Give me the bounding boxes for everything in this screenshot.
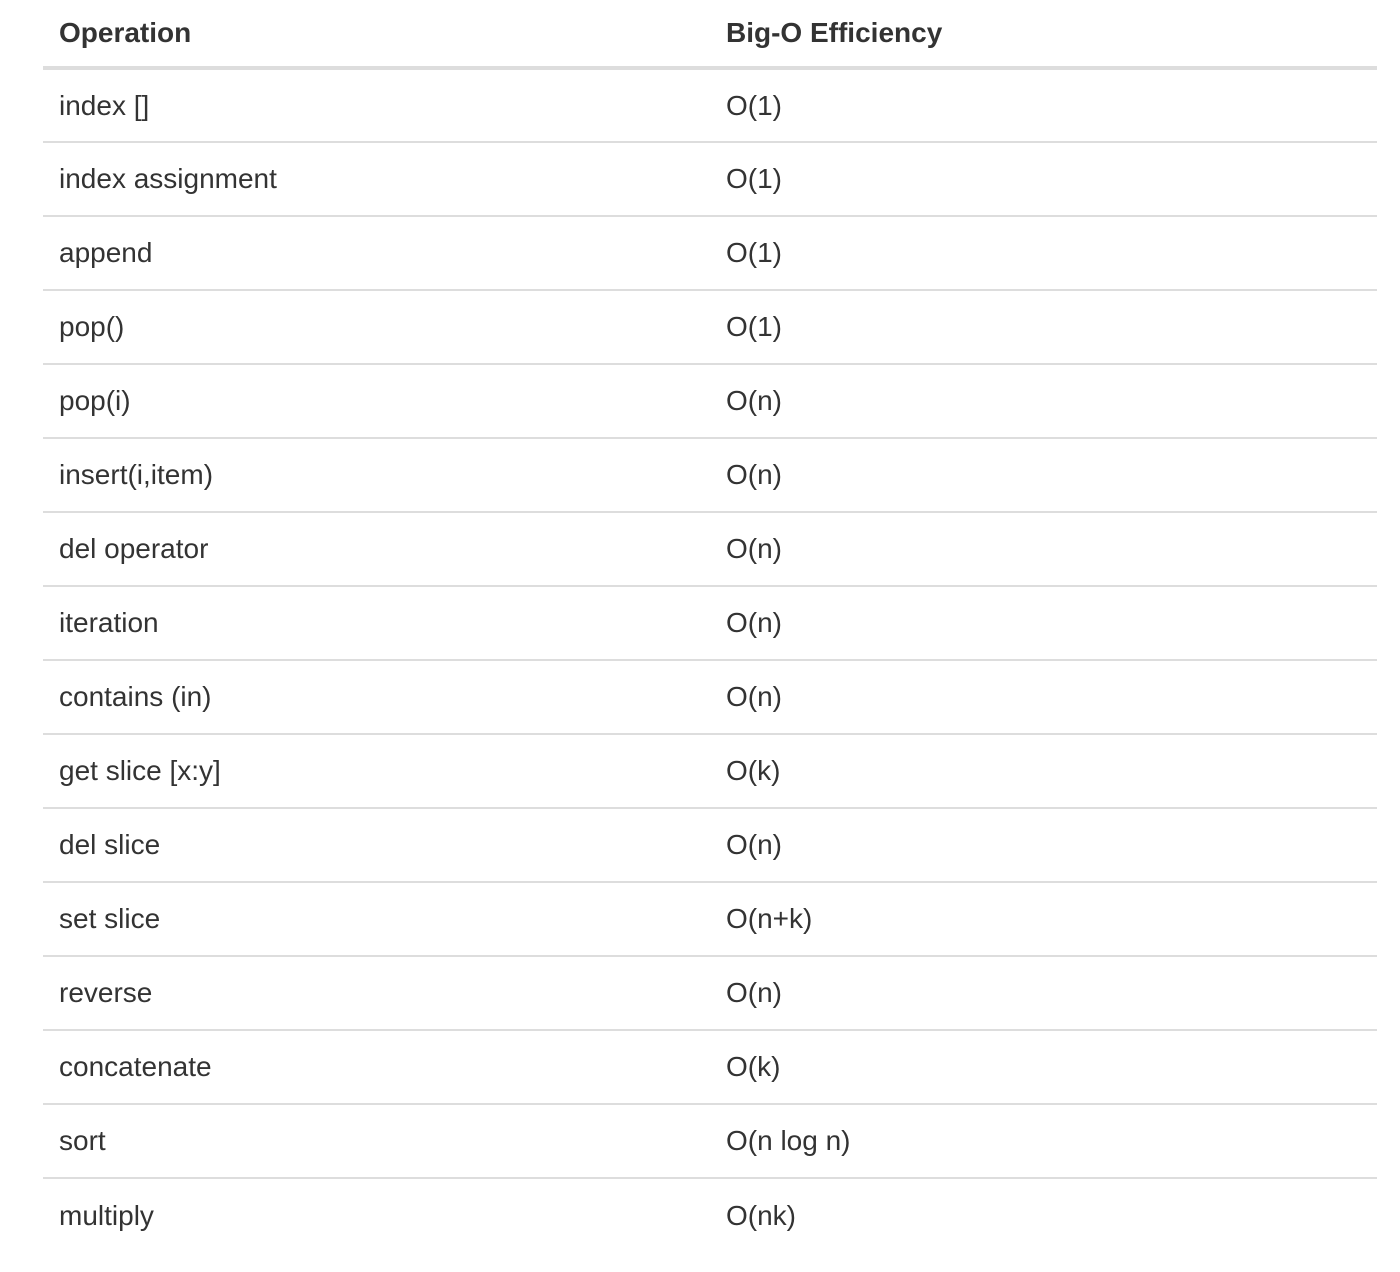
table-row: index assignment O(1) <box>43 142 1377 217</box>
operation-cell: sort <box>43 1104 710 1179</box>
operation-cell: index assignment <box>43 142 710 217</box>
efficiency-cell: O(n) <box>710 364 1377 439</box>
table-row: pop(i) O(n) <box>43 364 1377 439</box>
table-row: set slice O(n+k) <box>43 882 1377 957</box>
operation-cell: reverse <box>43 956 710 1031</box>
efficiency-cell: O(n) <box>710 660 1377 735</box>
table-body: index [] O(1) index assignment O(1) appe… <box>43 68 1377 1252</box>
efficiency-cell: O(1) <box>710 216 1377 291</box>
table-row: reverse O(n) <box>43 956 1377 1031</box>
operation-cell: iteration <box>43 586 710 661</box>
table-row: get slice [x:y] O(k) <box>43 734 1377 809</box>
operation-cell: multiply <box>59 1199 154 1231</box>
table-row: insert(i,item) O(n) <box>43 438 1377 513</box>
complexity-table-container: Operation Big-O Efficiency index [] O(1)… <box>43 0 1377 1252</box>
efficiency-cell: O(nk) <box>726 1199 796 1231</box>
efficiency-cell: O(n) <box>710 956 1377 1031</box>
efficiency-cell: O(n log n) <box>710 1104 1377 1179</box>
operation-cell: pop(i) <box>43 364 710 439</box>
table-row: concatenate O(k) <box>43 1030 1377 1105</box>
table-row: contains (in) O(n) <box>43 660 1377 735</box>
efficiency-cell: O(n) <box>710 438 1377 513</box>
efficiency-cell: O(1) <box>710 142 1377 217</box>
efficiency-cell: O(1) <box>710 68 1377 143</box>
efficiency-cell: O(n) <box>710 512 1377 587</box>
operation-cell: del operator <box>43 512 710 587</box>
operation-cell: set slice <box>43 882 710 957</box>
header-big-o-efficiency: Big-O Efficiency <box>710 0 1377 70</box>
efficiency-cell: O(k) <box>710 1030 1377 1105</box>
table-row: multiply O(nk) <box>43 1178 1377 1252</box>
operation-cell: index [] <box>43 68 710 143</box>
efficiency-cell: O(k) <box>710 734 1377 809</box>
operation-cell: pop() <box>43 290 710 365</box>
operation-cell: contains (in) <box>43 660 710 735</box>
operation-cell: get slice [x:y] <box>43 734 710 809</box>
operation-cell: concatenate <box>43 1030 710 1105</box>
complexity-table: Operation Big-O Efficiency index [] O(1)… <box>43 0 1377 1252</box>
efficiency-cell: O(n) <box>710 586 1377 661</box>
efficiency-cell: O(1) <box>710 290 1377 365</box>
operation-cell: append <box>43 216 710 291</box>
table-row: del operator O(n) <box>43 512 1377 587</box>
efficiency-cell: O(n) <box>710 808 1377 883</box>
header-operation: Operation <box>43 0 710 70</box>
operation-cell: insert(i,item) <box>43 438 710 513</box>
table-row: append O(1) <box>43 216 1377 291</box>
table-row: pop() O(1) <box>43 290 1377 365</box>
table-row: iteration O(n) <box>43 586 1377 661</box>
efficiency-cell: O(n+k) <box>710 882 1377 957</box>
table-header-row: Operation Big-O Efficiency <box>43 0 1377 70</box>
table-row: index [] O(1) <box>43 68 1377 143</box>
table-row: sort O(n log n) <box>43 1104 1377 1179</box>
table-row: del slice O(n) <box>43 808 1377 883</box>
table-header: Operation Big-O Efficiency <box>43 0 1377 70</box>
operation-cell: del slice <box>43 808 710 883</box>
